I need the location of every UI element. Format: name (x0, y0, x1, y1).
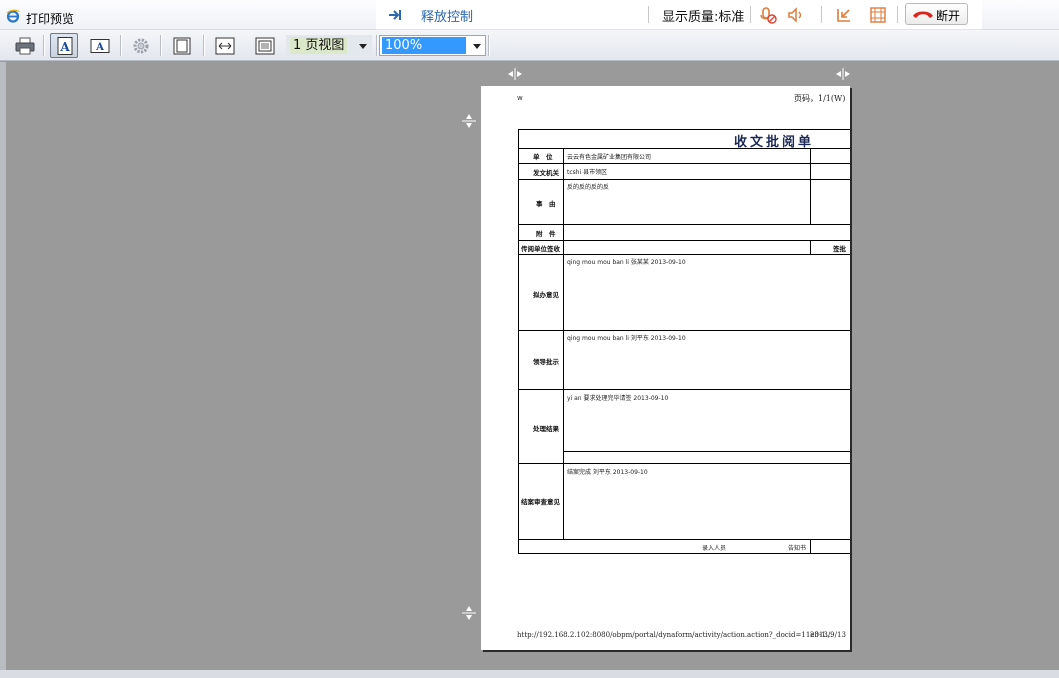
toolbar-divider (160, 35, 161, 56)
svg-text:A: A (59, 40, 70, 54)
form-rule (518, 179, 850, 180)
page-footer: http://192.168.2.102:8080/obpm/portal/dy… (517, 631, 850, 639)
fullscreen-icon[interactable] (868, 5, 888, 25)
top-margin-handle-icon[interactable] (461, 112, 477, 130)
window-title: 打印预览 (26, 12, 75, 26)
release-control-icon[interactable] (388, 8, 402, 22)
form-border (518, 129, 519, 554)
settings-gear-icon (133, 38, 149, 54)
page-setup-portrait-icon: A (57, 37, 73, 55)
circulation-right-label: 签批 (833, 245, 846, 253)
zoom-select[interactable]: 100% (379, 35, 486, 56)
form-rule (810, 539, 811, 554)
entry-label: 录入人员 (702, 545, 727, 552)
unit-value: 云云有色金属矿业集团有限公司 (567, 154, 652, 161)
toolbar-divider (376, 35, 377, 56)
handling-value: yi an 要求处理完毕请签 2013-09-10 (567, 395, 669, 402)
form-rule (810, 148, 811, 225)
document-form: 收文批阅单 单 位 云云有色金属矿业集团有限公司 发文机关 tcshi 县市领区… (518, 129, 850, 555)
hang-up-phone-icon (913, 11, 933, 18)
form-rule (518, 389, 850, 390)
print-preview-toolbar: A A 1 页视图 100% (0, 30, 1059, 61)
opinion-value: qing mou mou ban li 张某某 2013-09-10 (567, 259, 686, 266)
fit-page-button[interactable] (250, 33, 278, 58)
chevron-down-icon[interactable] (355, 36, 371, 55)
form-rule (518, 539, 850, 540)
svg-text:A: A (95, 42, 104, 53)
speaker-icon[interactable] (786, 5, 806, 25)
portrait-layout-button[interactable]: A (50, 33, 78, 58)
form-border (518, 553, 850, 554)
toolbar-divider (120, 35, 121, 56)
form-rule (518, 240, 850, 241)
attachment-label: 附 件 (536, 230, 556, 238)
toolbar-divider (488, 35, 489, 56)
divider (750, 6, 751, 23)
form-rule (563, 148, 564, 540)
fit-width-button[interactable] (210, 33, 238, 58)
minimize-window-icon[interactable] (834, 5, 854, 25)
form-rule (518, 224, 850, 225)
leader-label: 领导批示 (533, 358, 559, 366)
landscape-layout-button[interactable]: A (85, 33, 113, 58)
leader-value: qing mou mou ban li 刘平东 2013-09-10 (567, 335, 686, 342)
fit-width-icon (215, 37, 235, 55)
unit-label: 单 位 (533, 153, 553, 161)
disconnect-button[interactable]: 断开 (905, 3, 968, 25)
internet-explorer-icon (6, 9, 20, 23)
divider (648, 6, 649, 23)
entry-right-label: 告知书 (788, 545, 807, 552)
reason-value: 反的反的反的反 (567, 184, 610, 191)
form-rule (810, 240, 811, 255)
footer-url: http://192.168.2.102:8080/obpm/portal/dy… (517, 631, 833, 639)
circulation-label: 传阅单位签收 (521, 245, 560, 253)
disconnect-label: 断开 (936, 9, 961, 23)
display-quality-selector[interactable]: 显示质量:标准 (662, 6, 744, 25)
print-button[interactable] (10, 33, 38, 58)
chevron-down-icon[interactable] (469, 36, 485, 55)
view-mode-select[interactable]: 1 页视图 (286, 35, 372, 56)
bottom-margin-handle-icon[interactable] (461, 604, 477, 622)
form-rule (518, 163, 850, 164)
page-header-left: w (517, 94, 523, 102)
left-margin-handle-icon[interactable] (506, 67, 524, 81)
single-page-button[interactable] (167, 33, 195, 58)
single-page-icon (173, 37, 191, 55)
form-rule (518, 254, 850, 255)
toolbar-divider (43, 35, 44, 56)
toolbar-divider (203, 35, 204, 56)
status-bar (0, 670, 1059, 678)
preview-page: w 页码，1/1(W) 收文批阅单 单 位 云云有色金属矿业集团有限公司 发文机… (481, 86, 850, 650)
issuer-value: tcshi 县市领区 (567, 169, 608, 176)
final-review-value: 结案完成 刘平东 2013-09-10 (567, 469, 648, 476)
right-margin-handle-icon[interactable] (834, 67, 852, 81)
zoom-value: 100% (382, 37, 466, 54)
page-settings-button[interactable] (126, 33, 154, 58)
divider (897, 6, 898, 23)
form-title: 收文批阅单 (734, 135, 815, 150)
issuer-label: 发文机关 (533, 169, 559, 177)
page-number: 页码，1/1(W) (794, 94, 846, 103)
print-icon (15, 37, 35, 55)
workspace-edge (0, 62, 6, 670)
handling-label: 处理结果 (533, 425, 559, 433)
form-rule (518, 330, 850, 331)
footer-date: 2013/9/13 (810, 631, 846, 639)
form-rule (518, 463, 850, 464)
remote-control-bar: 释放控制 显示质量:标准 断开 (376, 0, 982, 30)
microphone-muted-icon[interactable] (758, 5, 778, 25)
fit-page-icon (255, 37, 275, 55)
divider (821, 6, 822, 23)
reason-label: 事 由 (536, 200, 556, 208)
form-border (518, 129, 850, 130)
view-mode-value: 1 页视图 (290, 37, 348, 54)
page-setup-text-icon: A (90, 39, 110, 53)
release-control-button[interactable]: 释放控制 (421, 6, 473, 25)
opinion-label: 拟办意见 (533, 291, 559, 299)
form-rule (564, 451, 850, 452)
final-review-label: 结案审查意见 (521, 498, 560, 506)
